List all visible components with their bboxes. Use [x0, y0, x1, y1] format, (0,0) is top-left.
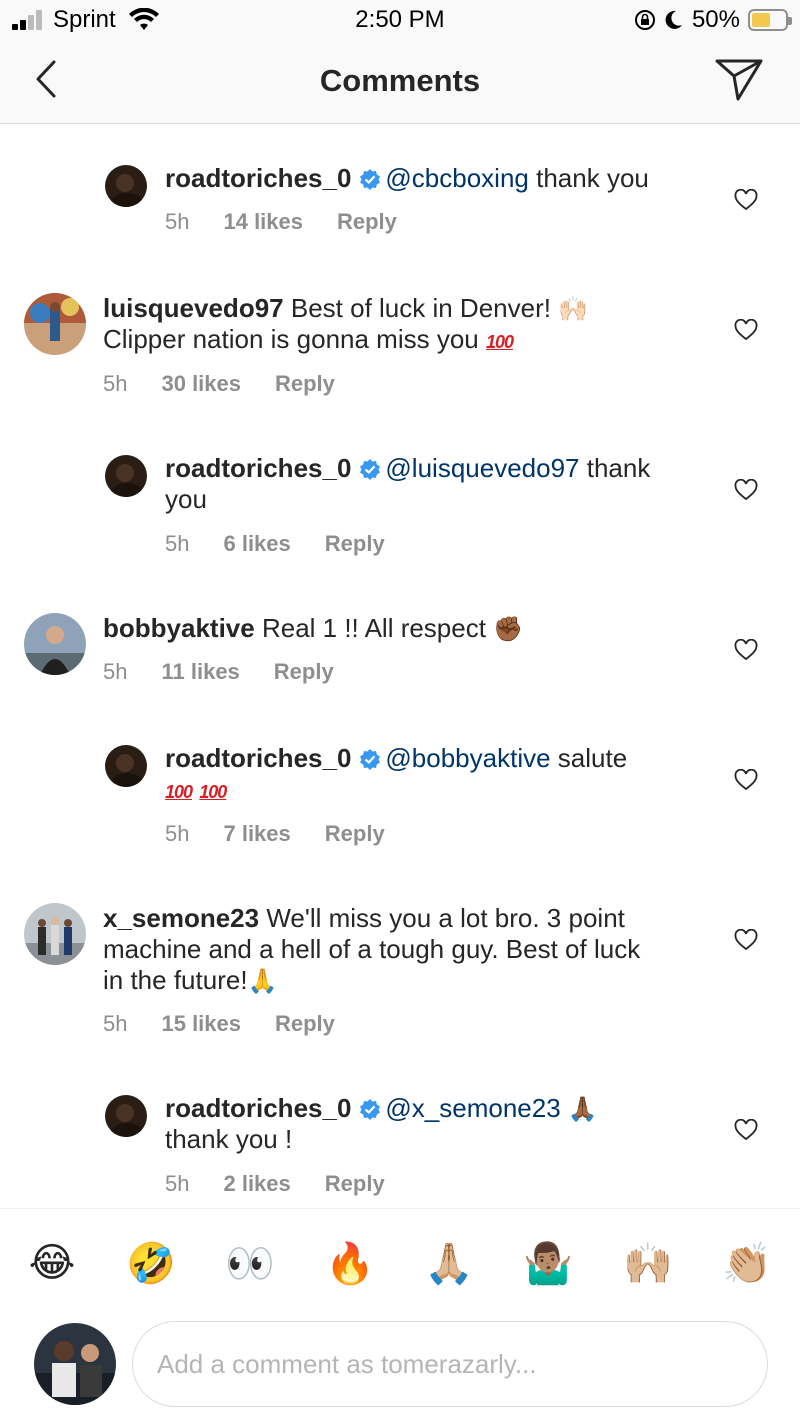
comment-time: 5h: [103, 1011, 128, 1036]
comment: luisquevedo97 Best of luck in Denver! 🙌🏻…: [0, 283, 800, 443]
comment-reply: roadtoriches_0 @cbcboxing thank you 5h 14…: [0, 153, 800, 283]
reply-button[interactable]: Reply: [325, 1171, 385, 1197]
likes-count[interactable]: 6 likes: [223, 531, 290, 557]
avatar[interactable]: [24, 613, 86, 675]
fire-emoji[interactable]: 🔥: [324, 1237, 376, 1289]
page-title: Comments: [319, 63, 481, 98]
verified-badge-icon: [360, 1099, 381, 1120]
clapping-hands-emoji[interactable]: 👏🏼: [721, 1237, 773, 1289]
folded-hands-emoji[interactable]: 🙏🏼: [423, 1237, 475, 1289]
comment-body: Best of luck in Denver!: [290, 293, 551, 323]
comment-username[interactable]: x_semone23: [103, 903, 259, 933]
heart-icon[interactable]: [734, 319, 758, 341]
mention-link[interactable]: @luisquevedo97: [385, 453, 579, 483]
comment-body-2: Clipper nation is gonna miss you: [103, 324, 479, 354]
status-bar: Sprint 2:50 PM 50%: [0, 0, 800, 40]
heart-icon[interactable]: [734, 189, 758, 211]
tears-of-joy-emoji[interactable]: 😂: [26, 1237, 78, 1289]
comment-time: 5h: [165, 1171, 190, 1196]
reply-button[interactable]: Reply: [275, 371, 335, 397]
reply-button[interactable]: Reply: [274, 659, 334, 685]
eyes-emoji[interactable]: 👀: [224, 1237, 276, 1289]
raised-fist-emoji: ✊🏾: [493, 616, 524, 643]
heart-icon[interactable]: [734, 929, 758, 951]
comment-time: 5h: [103, 659, 128, 684]
comment-reply: roadtoriches_0 @x_semone23 🙏🏾 thank you !…: [0, 1083, 800, 1208]
comment: x_semone23 We'll miss you a lot bro. 3 p…: [0, 893, 800, 1083]
quick-emoji-bar: 😂 🤣 👀 🔥 🙏🏼 🤷🏽‍♂️ 🙌🏼 👏🏼: [0, 1237, 800, 1293]
comment: bobbyaktive Real 1 !! All respect ✊🏾 5h …: [0, 603, 800, 733]
comment-body: thank you !: [165, 1124, 293, 1154]
folded-hands-emoji: 🙏: [247, 968, 278, 995]
current-user-avatar: [34, 1323, 116, 1405]
reply-button[interactable]: Reply: [275, 1011, 335, 1037]
comment-composer: 😂 🤣 👀 🔥 🙏🏼 🤷🏽‍♂️ 🙌🏼 👏🏼: [0, 1208, 800, 1422]
reply-button[interactable]: Reply: [325, 531, 385, 557]
comment-username[interactable]: roadtoriches_0: [165, 163, 351, 193]
likes-count[interactable]: 30 likes: [161, 371, 241, 397]
avatar[interactable]: [105, 745, 147, 787]
comment-time: 5h: [165, 821, 190, 846]
likes-count[interactable]: 2 likes: [223, 1171, 290, 1197]
likes-count[interactable]: 14 likes: [223, 209, 303, 235]
comments-list[interactable]: roadtoriches_0 @cbcboxing thank you 5h 14…: [0, 125, 800, 1208]
comment-input[interactable]: [132, 1321, 768, 1407]
comment-username[interactable]: roadtoriches_0: [165, 1093, 351, 1123]
shrug-emoji[interactable]: 🤷🏽‍♂️: [522, 1237, 574, 1289]
avatar[interactable]: [105, 1095, 147, 1137]
comment-reply: roadtoriches_0 @bobbyaktive salute 100 10…: [0, 733, 800, 893]
verified-badge-icon: [360, 459, 381, 480]
avatar[interactable]: [105, 455, 147, 497]
heart-icon[interactable]: [734, 769, 758, 791]
likes-count[interactable]: 7 likes: [223, 821, 290, 847]
battery-percent: 50%: [691, 6, 740, 33]
folded-hands-emoji: 🙏🏾: [567, 1096, 598, 1123]
rotation-lock-icon: [634, 10, 655, 30]
comment-body-2: machine and a hell of a tough guy. Best …: [103, 934, 641, 964]
verified-badge-icon: [360, 169, 381, 190]
comment-body: We'll miss you a lot bro. 3 point: [266, 903, 625, 933]
comment-time: 5h: [165, 209, 190, 234]
verified-badge-icon: [360, 749, 381, 770]
header: Comments: [0, 40, 800, 124]
direct-send-icon[interactable]: [714, 56, 764, 102]
comment-body: salute: [557, 743, 628, 773]
raising-hands-emoji: 🙌🏻: [558, 296, 589, 323]
comment-username[interactable]: roadtoriches_0: [165, 743, 351, 773]
avatar[interactable]: [24, 293, 86, 355]
hundred-points-emoji: 100: [199, 782, 227, 802]
hundred-points-emoji: 100: [165, 782, 193, 802]
heart-icon[interactable]: [734, 1119, 758, 1141]
likes-count[interactable]: 15 likes: [161, 1011, 241, 1037]
comment-username[interactable]: bobbyaktive: [103, 613, 255, 643]
rofl-emoji[interactable]: 🤣: [125, 1237, 177, 1289]
avatar[interactable]: [24, 903, 86, 965]
comment-time: 5h: [103, 371, 128, 396]
battery-icon: [748, 9, 792, 31]
heart-icon[interactable]: [734, 479, 758, 501]
mention-link[interactable]: @x_semone23: [385, 1093, 560, 1123]
raising-hands-emoji[interactable]: 🙌🏼: [622, 1237, 674, 1289]
comment-username[interactable]: roadtoriches_0: [165, 453, 351, 483]
hundred-points-emoji: 100: [486, 332, 514, 352]
mention-link[interactable]: @bobbyaktive: [385, 743, 550, 773]
heart-icon[interactable]: [734, 639, 758, 661]
comment-username[interactable]: luisquevedo97: [103, 293, 284, 323]
comment-body: thank you: [536, 163, 649, 193]
reply-button[interactable]: Reply: [337, 209, 397, 235]
likes-count[interactable]: 11 likes: [161, 659, 239, 685]
comment-reply: roadtoriches_0 @luisquevedo97 thank you 5…: [0, 443, 800, 603]
comment-time: 5h: [165, 531, 190, 556]
comment-body-3: in the future!: [103, 965, 248, 995]
avatar[interactable]: [105, 165, 147, 207]
mention-link[interactable]: @cbcboxing: [385, 163, 528, 193]
moon-icon: [665, 10, 682, 29]
comment-body: Real 1 !! All respect: [261, 613, 486, 643]
reply-button[interactable]: Reply: [325, 821, 385, 847]
